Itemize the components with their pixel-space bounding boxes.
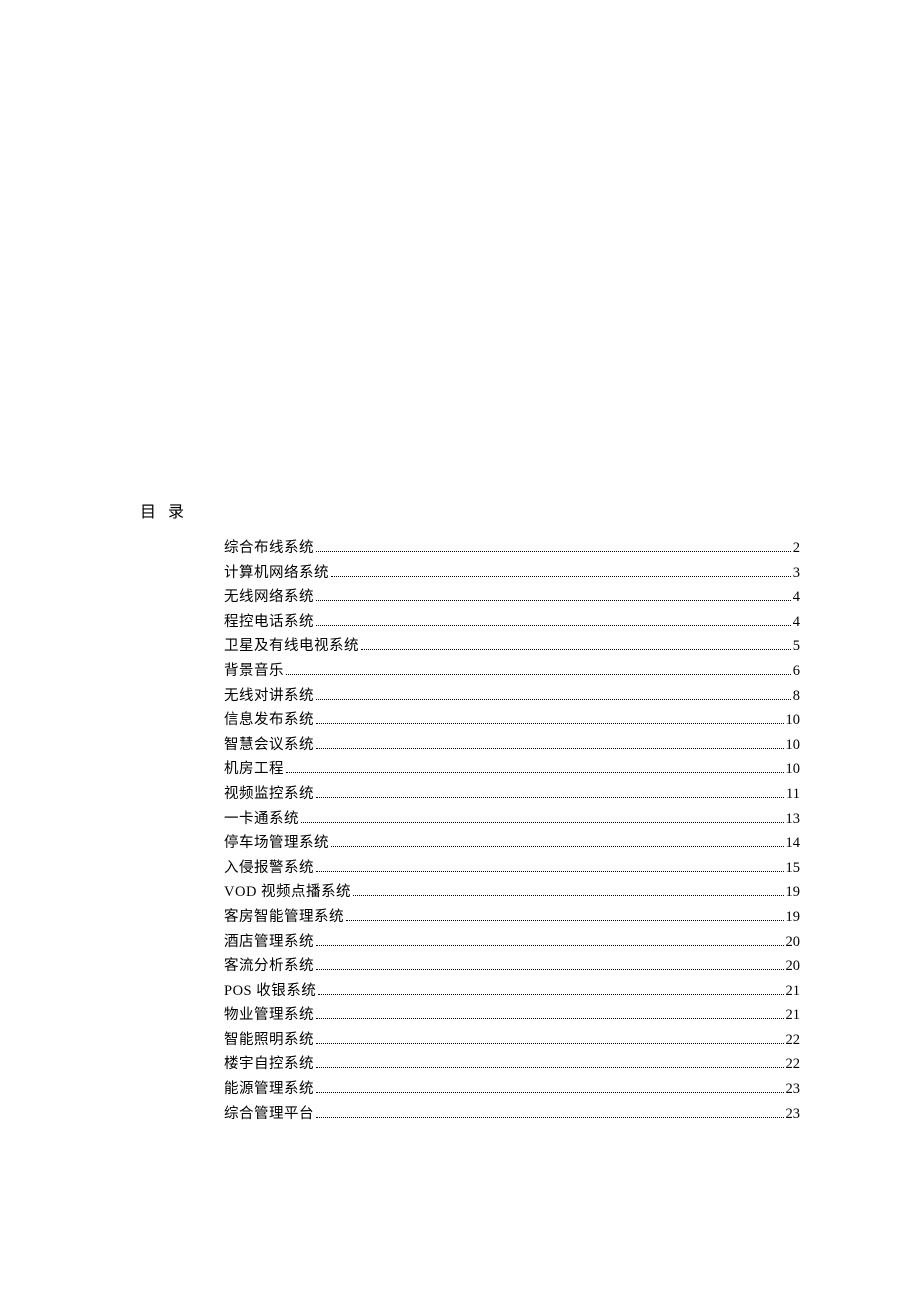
toc-entry-page: 22 xyxy=(786,1052,801,1077)
toc-entry-title: 客流分析系统 xyxy=(224,954,314,979)
toc-entry-page: 4 xyxy=(793,610,800,635)
toc-leader-dots xyxy=(316,551,791,552)
toc-leader-dots xyxy=(316,1018,784,1019)
toc-entry-title: 智能照明系统 xyxy=(224,1028,314,1053)
toc-entry: 楼宇自控系统 22 xyxy=(224,1052,800,1077)
toc-entry-title: 智慧会议系统 xyxy=(224,733,314,758)
toc-leader-dots xyxy=(316,723,784,724)
toc-entry: 综合管理平台 23 xyxy=(224,1102,800,1127)
toc-entry-title: 能源管理系统 xyxy=(224,1077,314,1102)
toc-heading: 目 录 xyxy=(140,498,800,522)
toc-entry-page: 23 xyxy=(786,1077,801,1102)
toc-entry-page: 20 xyxy=(786,954,801,979)
toc-entry: 智能照明系统 22 xyxy=(224,1028,800,1053)
toc-entry-title: 背景音乐 xyxy=(224,659,284,684)
toc-entry-page: 23 xyxy=(786,1102,801,1127)
toc-entry-title: 无线对讲系统 xyxy=(224,684,314,709)
toc-entry: 背景音乐 6 xyxy=(224,659,800,684)
toc-leader-dots xyxy=(353,895,783,896)
toc-leader-dots xyxy=(318,994,783,995)
toc-entry: 智慧会议系统 10 xyxy=(224,733,800,758)
toc-entry: 无线对讲系统 8 xyxy=(224,684,800,709)
toc-leader-dots xyxy=(316,1043,784,1044)
toc-entry-title: 入侵报警系统 xyxy=(224,856,314,881)
toc-leader-dots xyxy=(316,1092,784,1093)
toc-entry-page: 10 xyxy=(786,708,801,733)
toc-entry-page: 11 xyxy=(786,782,800,807)
toc-entry: POS 收银系统 21 xyxy=(224,979,800,1004)
toc-leader-dots xyxy=(316,969,784,970)
toc-entry-page: 21 xyxy=(786,979,801,1004)
toc-entry-title: 综合管理平台 xyxy=(224,1102,314,1127)
toc-entry: 入侵报警系统 15 xyxy=(224,856,800,881)
toc-leader-dots xyxy=(286,674,791,675)
toc-entry-page: 4 xyxy=(793,585,800,610)
toc-entry-page: 6 xyxy=(793,659,800,684)
toc-entry: 程控电话系统 4 xyxy=(224,610,800,635)
toc-leader-dots xyxy=(286,772,784,773)
toc-entry: 一卡通系统 13 xyxy=(224,807,800,832)
toc-entry-page: 20 xyxy=(786,930,801,955)
toc-leader-dots xyxy=(331,846,784,847)
toc-entry-title: 酒店管理系统 xyxy=(224,930,314,955)
toc-entry-page: 15 xyxy=(786,856,801,881)
toc-leader-dots xyxy=(361,649,791,650)
toc-entry-title: 卫星及有线电视系统 xyxy=(224,634,359,659)
toc-entry-title: VOD 视频点播系统 xyxy=(224,880,351,905)
toc-leader-dots xyxy=(316,625,791,626)
toc-entry: 无线网络系统 4 xyxy=(224,585,800,610)
toc-entry-title: 停车场管理系统 xyxy=(224,831,329,856)
toc-entry: 综合布线系统 2 xyxy=(224,536,800,561)
toc-leader-dots xyxy=(316,945,784,946)
toc-entry: 机房工程 10 xyxy=(224,757,800,782)
toc-entry: 信息发布系统 10 xyxy=(224,708,800,733)
toc-leader-dots xyxy=(316,871,784,872)
toc-entry-page: 10 xyxy=(786,757,801,782)
toc-leader-dots xyxy=(316,1067,784,1068)
toc-leader-dots xyxy=(301,822,784,823)
toc-leader-dots xyxy=(316,748,784,749)
toc-entry: 客房智能管理系统 19 xyxy=(224,905,800,930)
toc-leader-dots xyxy=(346,920,784,921)
toc-entry-page: 3 xyxy=(793,561,800,586)
toc-entry-title: 客房智能管理系统 xyxy=(224,905,344,930)
toc-entry-title: POS 收银系统 xyxy=(224,979,316,1004)
toc-entry-page: 19 xyxy=(786,880,801,905)
toc-entry-title: 楼宇自控系统 xyxy=(224,1052,314,1077)
toc-entry-page: 2 xyxy=(793,536,800,561)
toc-entry-title: 机房工程 xyxy=(224,757,284,782)
toc-entry: 物业管理系统 21 xyxy=(224,1003,800,1028)
toc-entry: 视频监控系统 11 xyxy=(224,782,800,807)
toc-entry-title: 信息发布系统 xyxy=(224,708,314,733)
toc-leader-dots xyxy=(316,1117,784,1118)
toc-entry-page: 22 xyxy=(786,1028,801,1053)
toc-leader-dots xyxy=(316,600,791,601)
toc-entry: 卫星及有线电视系统 5 xyxy=(224,634,800,659)
toc-entry-title: 无线网络系统 xyxy=(224,585,314,610)
toc-entry: 能源管理系统 23 xyxy=(224,1077,800,1102)
toc-entry: 停车场管理系统 14 xyxy=(224,831,800,856)
toc-entry-page: 21 xyxy=(786,1003,801,1028)
toc-list: 综合布线系统2计算机网络系统3无线网络系统4程控电话系统4卫星及有线电视系统5背… xyxy=(140,536,800,1126)
toc-leader-dots xyxy=(331,576,791,577)
toc-leader-dots xyxy=(316,699,791,700)
toc-entry-title: 视频监控系统 xyxy=(224,782,314,807)
toc-entry: 客流分析系统 20 xyxy=(224,954,800,979)
toc-entry: 酒店管理系统 20 xyxy=(224,930,800,955)
toc-entry-title: 一卡通系统 xyxy=(224,807,299,832)
toc-entry-page: 10 xyxy=(786,733,801,758)
toc-entry-page: 8 xyxy=(793,684,800,709)
toc-leader-dots xyxy=(316,797,784,798)
toc-entry: VOD 视频点播系统 19 xyxy=(224,880,800,905)
toc-entry-title: 综合布线系统 xyxy=(224,536,314,561)
toc-entry-title: 物业管理系统 xyxy=(224,1003,314,1028)
toc-entry: 计算机网络系统 3 xyxy=(224,561,800,586)
document-page: 目 录 综合布线系统2计算机网络系统3无线网络系统4程控电话系统4卫星及有线电视… xyxy=(0,0,920,1126)
toc-entry-page: 13 xyxy=(786,807,801,832)
toc-entry-page: 19 xyxy=(786,905,801,930)
toc-entry-title: 计算机网络系统 xyxy=(224,561,329,586)
toc-entry-title: 程控电话系统 xyxy=(224,610,314,635)
toc-entry-page: 5 xyxy=(793,634,800,659)
toc-entry-page: 14 xyxy=(786,831,801,856)
